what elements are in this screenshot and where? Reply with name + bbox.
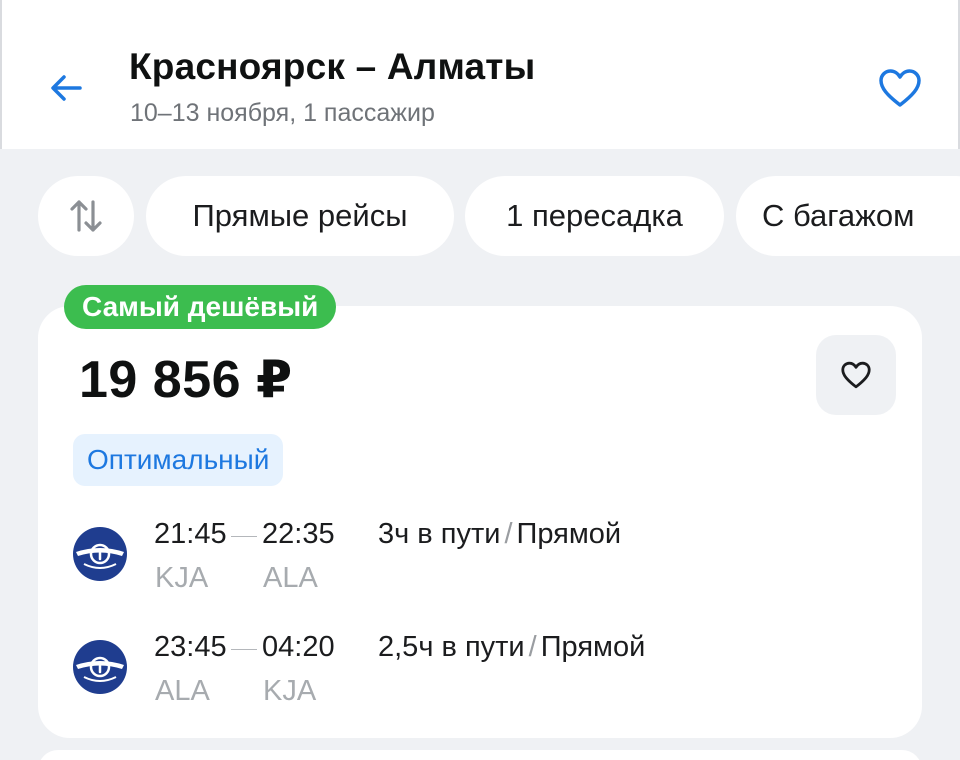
flight-duration: 2,5ч в пути / Прямой	[378, 631, 645, 664]
sort-button[interactable]	[38, 176, 134, 256]
flight-segment-return: 23:45 04:20 2,5ч в пути / Прямой ALA KJA	[72, 629, 902, 719]
sort-arrows-icon	[70, 200, 102, 232]
flight-duration: 3ч в пути / Прямой	[378, 518, 621, 551]
back-button[interactable]	[38, 60, 94, 116]
arrow-left-icon	[51, 75, 82, 101]
flight-type: Прямой	[516, 518, 622, 550]
duration-text: 2,5ч в пути	[378, 631, 525, 663]
aeroflot-logo-icon	[73, 527, 127, 581]
arrival-airport-code: ALA	[263, 562, 318, 594]
offer-favorite-button[interactable]	[816, 335, 896, 415]
departure-time: 23:45	[154, 631, 227, 663]
filter-bar: Прямые рейсы 1 пересадка С багажом	[0, 176, 960, 256]
cheapest-badge: Самый дешёвый	[64, 285, 337, 329]
departure-airport-code: ALA	[155, 675, 210, 707]
flight-type: Прямой	[540, 631, 646, 663]
favorite-route-button[interactable]	[870, 58, 930, 118]
flight-segment-outbound: 21:45 22:35 3ч в пути / Прямой KJA ALA	[72, 516, 902, 606]
filter-direct-flights[interactable]: Прямые рейсы	[146, 176, 454, 256]
trip-details: 10–13 ноября, 1 пассажир	[130, 99, 435, 127]
offer-price: 19 856 ₽	[79, 351, 293, 409]
top-bar: Красноярск – Алматы 10–13 ноября, 1 пасс…	[0, 0, 960, 149]
arrival-airport-code: KJA	[263, 675, 317, 707]
heart-outline-icon	[841, 361, 871, 389]
heart-outline-icon	[879, 69, 921, 107]
duration-separator: /	[504, 518, 513, 550]
arrival-time: 04:20	[262, 631, 335, 663]
departure-time: 21:45	[154, 518, 227, 550]
aeroflot-logo-icon	[73, 640, 127, 694]
arrival-time: 22:35	[262, 518, 335, 550]
time-separator	[231, 649, 257, 650]
filter-one-transfer[interactable]: 1 пересадка	[465, 176, 724, 256]
duration-separator: /	[528, 631, 537, 663]
page-title: Красноярск – Алматы	[129, 46, 536, 87]
filter-with-baggage[interactable]: С багажом	[736, 176, 960, 256]
departure-airport-code: KJA	[155, 562, 209, 594]
offer-card-next[interactable]	[38, 750, 922, 760]
time-separator	[231, 536, 257, 537]
duration-text: 3ч в пути	[378, 518, 501, 550]
optimal-tag: Оптимальный	[73, 434, 284, 486]
